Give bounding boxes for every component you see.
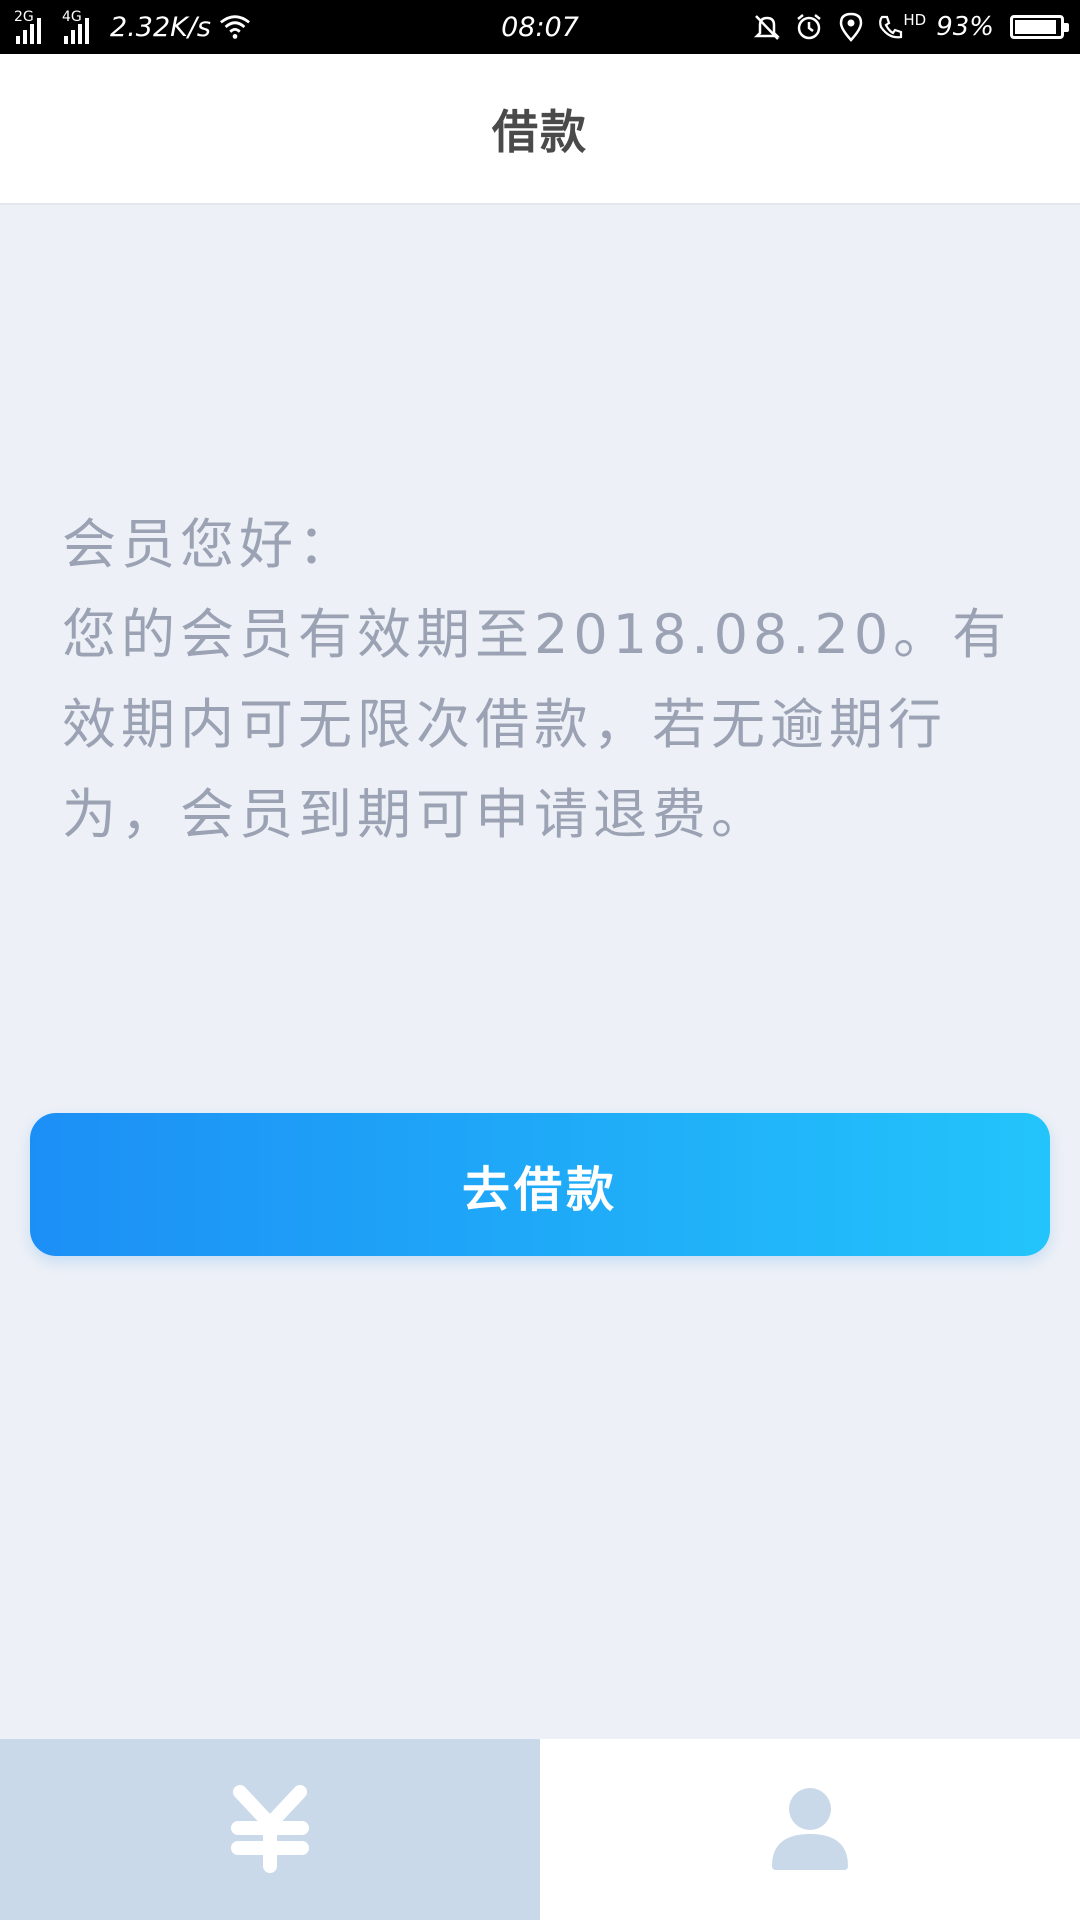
status-right: HD 93% <box>751 0 1069 54</box>
battery-level <box>1015 20 1056 34</box>
tab-profile[interactable] <box>540 1739 1080 1920</box>
location-icon <box>835 11 867 43</box>
volte-label: HD <box>903 11 927 29</box>
tab-loan[interactable] <box>0 1739 540 1920</box>
greeting-text: 会员您好： <box>62 513 357 576</box>
message-line: 您的会员有效期至2018.08.20。有 <box>62 603 1012 666</box>
phone-icon: HD <box>877 11 927 41</box>
yuan-icon <box>224 1782 316 1878</box>
status-bar: 2G 4G 2.32K/s 08:07 HD 93% <box>0 0 1080 54</box>
bell-icon <box>751 11 783 43</box>
membership-message: 会员您好： 您的会员有效期至2018.08.20。有 效期内可无限次借款，若无逾… <box>62 500 1022 860</box>
user-icon <box>770 1786 850 1874</box>
borrow-button[interactable]: 去借款 <box>30 1113 1050 1256</box>
message-line: 为，会员到期可申请退费。 <box>62 783 770 846</box>
bottom-tab-bar <box>0 1739 1080 1920</box>
battery-percent: 93% <box>936 12 994 42</box>
alarm-icon <box>793 11 825 43</box>
page-title: 借款 <box>492 104 588 159</box>
app-header: 借款 <box>0 54 1080 205</box>
message-line: 效期内可无限次借款，若无逾期行 <box>62 693 947 756</box>
battery-icon <box>1010 15 1069 39</box>
